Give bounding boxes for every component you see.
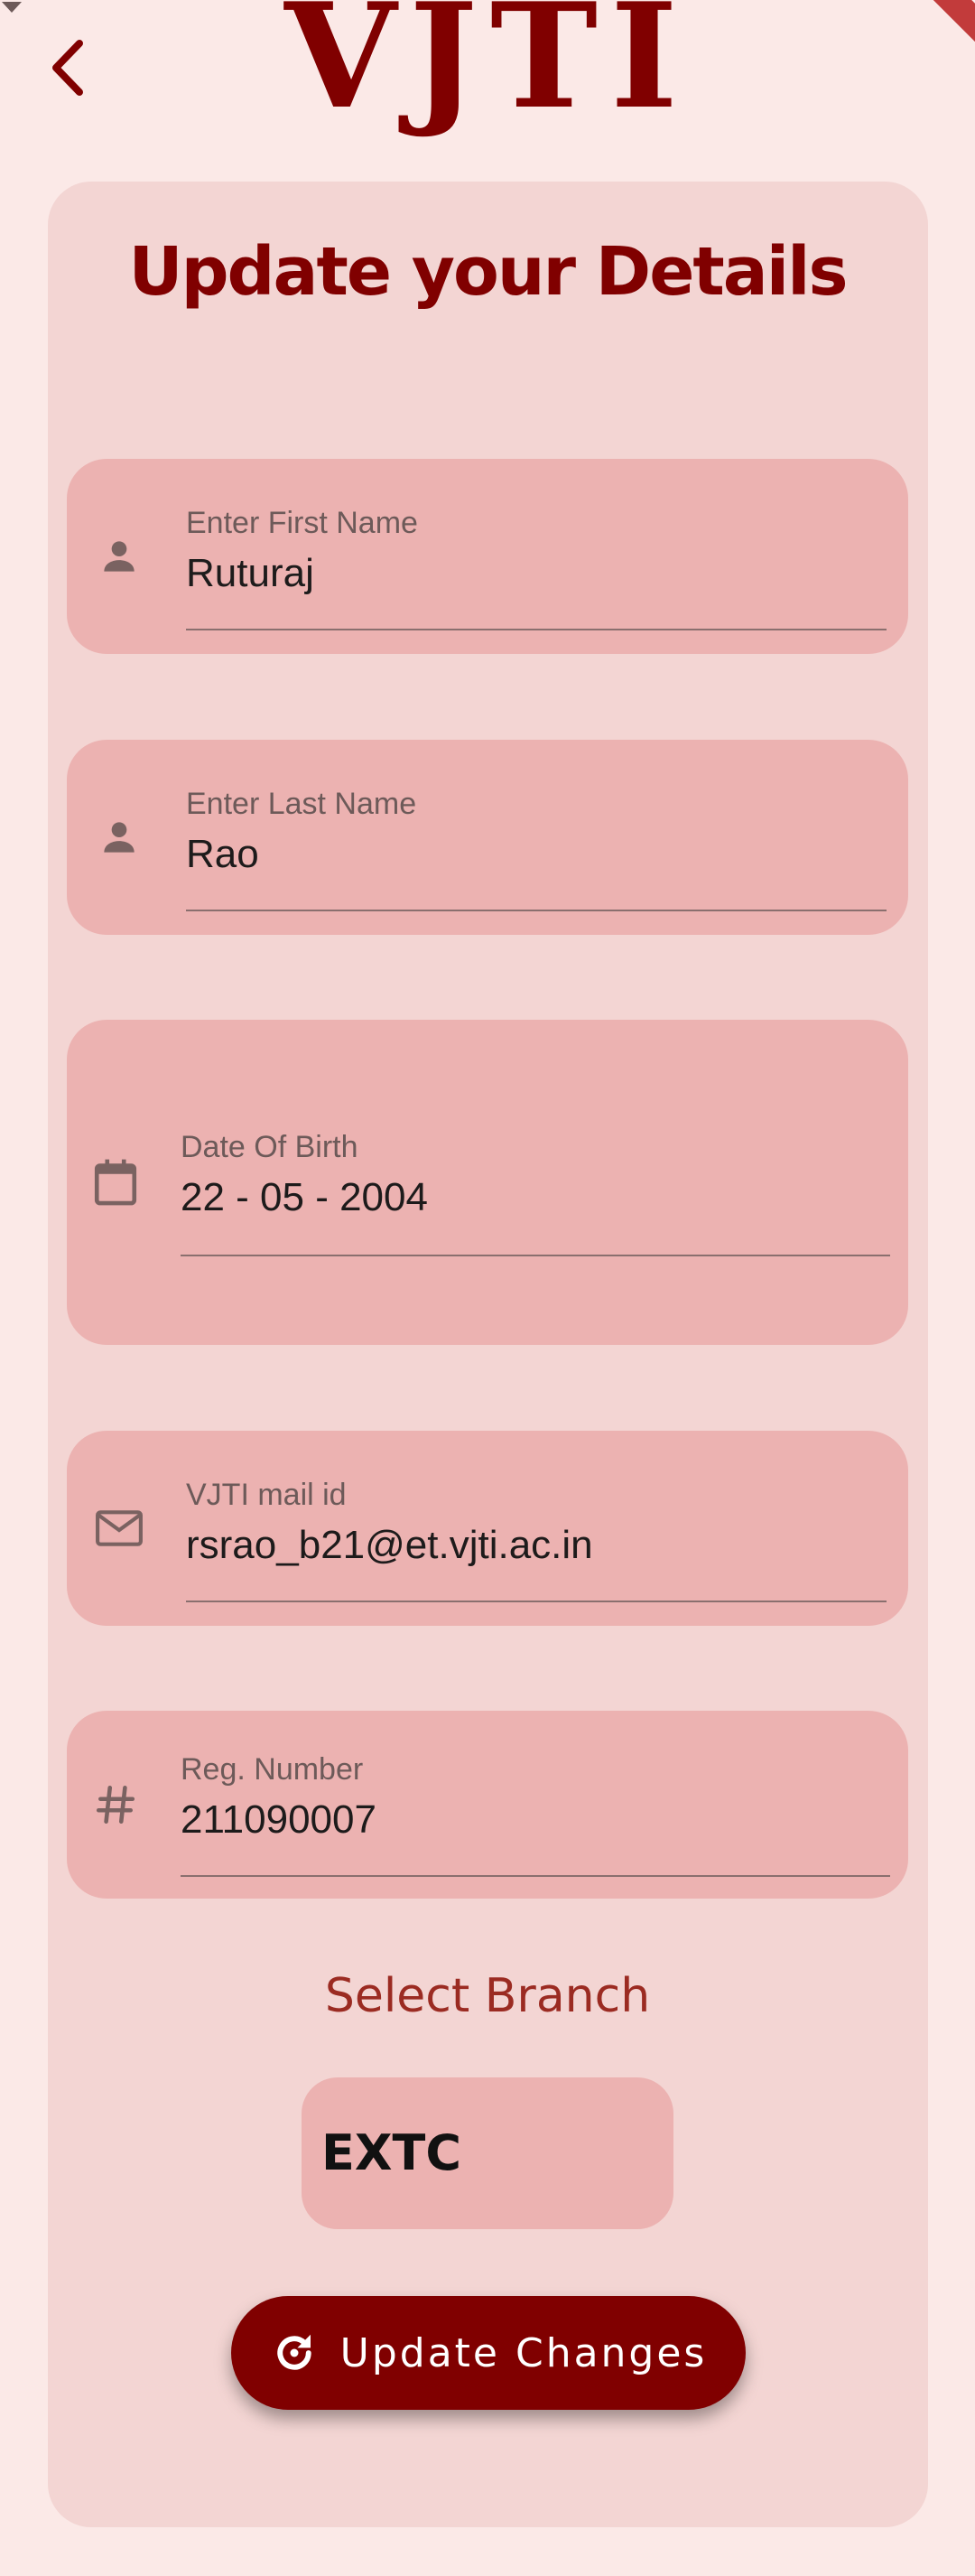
reg-number-underline	[181, 1875, 890, 1877]
last-name-field[interactable]: Enter Last Name Rao	[67, 740, 908, 935]
dob-value[interactable]: 22 - 05 - 2004	[181, 1175, 428, 1220]
branch-dropdown[interactable]: EXTC	[302, 2077, 673, 2229]
reg-number-label: Reg. Number	[181, 1752, 364, 1787]
branch-selected-value: EXTC	[321, 2124, 461, 2181]
dob-label: Date Of Birth	[181, 1130, 358, 1164]
calendar-icon	[87, 1153, 144, 1211]
email-value[interactable]: rsrao_b21@et.vjti.ac.in	[186, 1523, 593, 1568]
update-changes-button[interactable]: Update Changes	[231, 2296, 746, 2410]
page-title: Update your Details	[128, 233, 848, 311]
branch-heading: Select Branch	[324, 1969, 651, 2023]
person-icon	[90, 527, 148, 585]
first-name-value[interactable]: Ruturaj	[186, 551, 314, 596]
email-field[interactable]: VJTI mail id rsrao_b21@et.vjti.ac.in	[67, 1431, 908, 1626]
email-underline	[186, 1601, 887, 1602]
mail-icon	[90, 1499, 148, 1557]
dob-underline	[181, 1255, 890, 1256]
hash-icon	[87, 1776, 144, 1834]
last-name-underline	[186, 910, 887, 911]
reg-number-field[interactable]: Reg. Number 211090007	[67, 1711, 908, 1899]
first-name-label: Enter First Name	[186, 506, 418, 540]
reg-number-value[interactable]: 211090007	[181, 1797, 376, 1843]
first-name-field[interactable]: Enter First Name Ruturaj	[67, 459, 908, 654]
update-changes-label: Update Changes	[339, 2329, 708, 2376]
person-icon	[90, 808, 148, 866]
app-bar: VJTI	[0, 0, 975, 154]
first-name-underline	[186, 629, 887, 630]
last-name-value[interactable]: Rao	[186, 832, 259, 877]
refresh-icon	[277, 2334, 311, 2370]
last-name-label: Enter Last Name	[186, 787, 417, 821]
dob-field[interactable]: Date Of Birth 22 - 05 - 2004	[67, 1020, 908, 1345]
vjti-logo: VJTI	[284, 0, 691, 141]
email-label: VJTI mail id	[186, 1478, 347, 1512]
